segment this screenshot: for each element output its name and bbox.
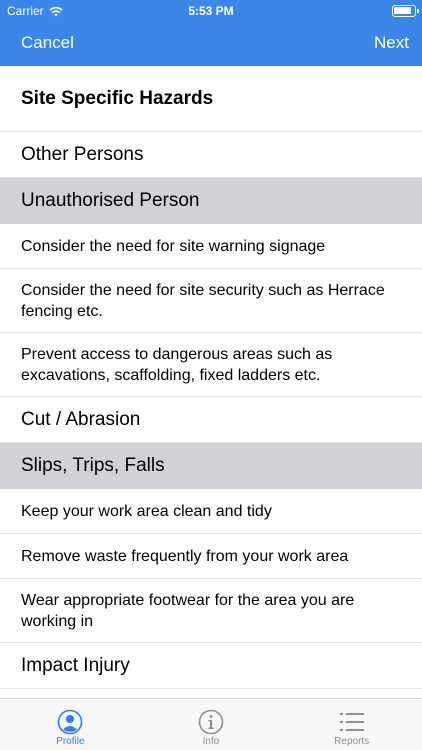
tab-label: Profile — [56, 736, 85, 747]
list-item[interactable]: Remove waste frequently from your work a… — [0, 534, 422, 579]
tab-info[interactable]: Info — [141, 699, 282, 750]
navigation-bar: Cancel Next — [0, 22, 422, 66]
status-bar: Carrier 5:53 PM — [0, 0, 422, 22]
category-label: Unauthorised Person — [21, 190, 200, 211]
tab-label: Info — [202, 736, 220, 747]
profile-icon — [58, 709, 83, 735]
tab-label: Reports — [334, 736, 370, 747]
category-cut-abrasion[interactable]: Cut / Abrasion — [0, 397, 422, 443]
list-item-label: Wear appropriate footwear for the area y… — [21, 592, 355, 630]
info-icon — [198, 709, 224, 735]
category-unauthorised-person[interactable]: Unauthorised Person — [0, 178, 422, 224]
tab-reports[interactable]: Reports — [281, 699, 422, 750]
category-other-persons[interactable]: Other Persons — [0, 132, 422, 178]
list-item[interactable]: Consider the need for site security such… — [0, 269, 422, 333]
page-title: Site Specific Hazards — [21, 88, 214, 109]
tab-bar: Profile Info Reports — [0, 698, 422, 750]
category-label: Slips, Trips, Falls — [21, 455, 165, 476]
list-icon — [339, 713, 364, 731]
list-title-row: Site Specific Hazards — [0, 66, 422, 132]
hazard-list[interactable]: Site Specific Hazards Other Persons Unau… — [0, 66, 422, 698]
list-item[interactable]: Consider the need for site warning signa… — [0, 224, 422, 269]
battery-icon — [392, 5, 419, 17]
list-item-label: Consider the need for site warning signa… — [21, 238, 326, 255]
list-item[interactable]: Wear appropriate footwear for the area y… — [0, 579, 422, 643]
next-button[interactable]: Next — [374, 33, 409, 53]
category-slips-trips-falls[interactable]: Slips, Trips, Falls — [0, 443, 422, 489]
cancel-button[interactable]: Cancel — [21, 33, 74, 53]
list-item-label: Remove waste frequently from your work a… — [21, 548, 349, 565]
list-item-label: Consider the need for site security such… — [21, 282, 385, 320]
category-label: Other Persons — [21, 144, 144, 165]
status-time: 5:53 PM — [188, 4, 234, 18]
category-label: Impact Injury — [21, 655, 130, 676]
list-item-label: Prevent access to dangerous areas such a… — [21, 346, 333, 384]
list-item[interactable]: Prevent access to dangerous areas such a… — [0, 333, 422, 397]
list-item-label: Keep your work area clean and tidy — [21, 503, 272, 520]
tab-profile[interactable]: Profile — [0, 699, 141, 750]
category-label: Cut / Abrasion — [21, 409, 141, 430]
category-impact-injury[interactable]: Impact Injury — [0, 643, 422, 689]
list-item[interactable]: Keep your work area clean and tidy — [0, 489, 422, 534]
